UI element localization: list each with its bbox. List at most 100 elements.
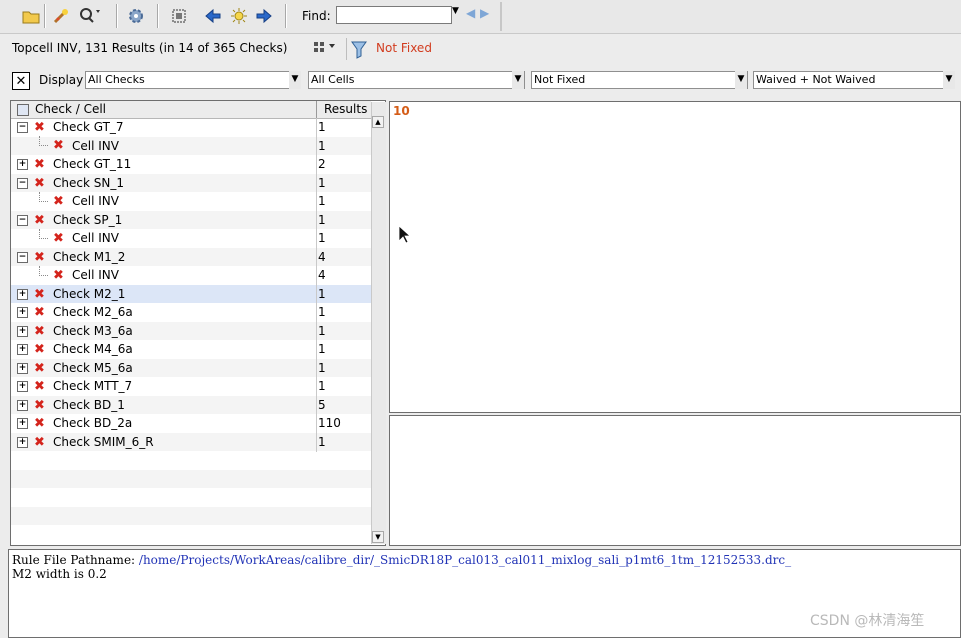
collapse-icon[interactable]: − xyxy=(17,122,28,133)
display-close-icon[interactable]: ✕ xyxy=(12,72,30,90)
cell-label[interactable]: Cell INV xyxy=(72,231,119,245)
cell-label[interactable]: Cell INV xyxy=(72,139,119,153)
check-label[interactable]: Check MTT_7 xyxy=(53,379,132,393)
open-folder-icon[interactable] xyxy=(19,4,43,28)
empty-row xyxy=(11,470,371,488)
result-count-value: 10 xyxy=(393,104,410,118)
sun-icon[interactable] xyxy=(227,4,251,28)
display-label: Display xyxy=(39,73,84,87)
result-count: 1 xyxy=(318,176,326,190)
error-x-icon: ✖ xyxy=(34,305,45,320)
layout-options-icon[interactable] xyxy=(312,40,338,56)
tree-header-icon xyxy=(17,104,29,116)
expand-icon[interactable]: + xyxy=(17,289,28,300)
grid-select-icon[interactable] xyxy=(167,4,191,28)
chevron-down-icon[interactable]: ▼ xyxy=(289,71,301,89)
tree-row[interactable] xyxy=(11,192,371,210)
check-label[interactable]: Check M1_2 xyxy=(53,250,125,264)
arrow-left-icon[interactable] xyxy=(201,4,225,28)
cell-label[interactable]: Cell INV xyxy=(72,194,119,208)
check-label[interactable]: Check BD_1 xyxy=(53,398,125,412)
collapse-icon[interactable]: − xyxy=(17,178,28,189)
error-x-icon: ✖ xyxy=(34,250,45,265)
toolbar-separator xyxy=(116,4,118,28)
scroll-down-icon[interactable]: ▼ xyxy=(372,531,384,543)
check-label[interactable]: Check M2_1 xyxy=(53,287,125,301)
arrow-right-icon[interactable] xyxy=(252,4,276,28)
check-label[interactable]: Check SMIM_6_R xyxy=(53,435,154,449)
waived-filter-select[interactable]: Waived + Not Waived xyxy=(753,71,955,89)
empty-row xyxy=(11,525,371,543)
check-label[interactable]: Check SP_1 xyxy=(53,213,122,227)
expand-icon[interactable]: + xyxy=(17,381,28,392)
column-header-results[interactable]: Results xyxy=(324,102,367,116)
find-dropdown-icon[interactable]: ▼ xyxy=(452,6,459,16)
find-previous-icon[interactable]: ◀ xyxy=(466,6,475,20)
column-divider[interactable] xyxy=(316,101,317,118)
find-label: Find: xyxy=(302,9,331,23)
result-count: 1 xyxy=(318,324,326,338)
tree-row[interactable] xyxy=(11,229,371,247)
cell-filter-select[interactable]: All Cells xyxy=(308,71,525,89)
rule-file-line: Rule File Pathname: /home/Projects/WorkA… xyxy=(12,553,791,567)
expand-icon[interactable]: + xyxy=(17,307,28,318)
tree-row[interactable] xyxy=(11,137,371,155)
highlight-wand-icon[interactable] xyxy=(49,4,73,28)
result-count: 4 xyxy=(318,268,326,282)
error-x-icon: ✖ xyxy=(34,361,45,376)
error-x-icon: ✖ xyxy=(53,194,64,209)
empty-row xyxy=(11,507,371,525)
result-count: 110 xyxy=(318,416,341,430)
settings-gear-icon[interactable] xyxy=(124,4,148,28)
check-label[interactable]: Check M5_6a xyxy=(53,361,133,375)
column-header-check-cell[interactable]: Check / Cell xyxy=(35,102,106,116)
cell-label[interactable]: Cell INV xyxy=(72,268,119,282)
expand-icon[interactable]: + xyxy=(17,159,28,170)
scroll-up-icon[interactable]: ▲ xyxy=(372,116,384,128)
check-label[interactable]: Check M3_6a xyxy=(53,324,133,338)
zoom-icon[interactable] xyxy=(78,4,102,28)
collapse-icon[interactable]: − xyxy=(17,252,28,263)
expand-icon[interactable]: + xyxy=(17,363,28,374)
result-count: 2 xyxy=(318,157,326,171)
chevron-down-icon[interactable]: ▼ xyxy=(512,71,524,89)
tree-connector xyxy=(39,266,48,276)
chevron-down-icon[interactable]: ▼ xyxy=(735,71,747,89)
toolbar-end-separator xyxy=(500,2,502,31)
result-count: 1 xyxy=(318,139,326,153)
check-label[interactable]: Check GT_11 xyxy=(53,157,131,171)
check-label[interactable]: Check M2_6a xyxy=(53,305,133,319)
check-label[interactable]: Check M4_6a xyxy=(53,342,133,356)
tree-scrollbar[interactable] xyxy=(371,102,386,544)
expand-icon[interactable]: + xyxy=(17,344,28,355)
result-count: 1 xyxy=(318,305,326,319)
expand-icon[interactable]: + xyxy=(17,437,28,448)
result-properties-panel[interactable] xyxy=(389,415,961,546)
error-x-icon: ✖ xyxy=(53,231,64,246)
find-input[interactable] xyxy=(336,6,452,24)
expand-icon[interactable]: + xyxy=(17,400,28,411)
expand-icon[interactable]: + xyxy=(17,418,28,429)
collapse-icon[interactable]: − xyxy=(17,215,28,226)
results-column-divider xyxy=(316,118,317,452)
filter-status-label[interactable]: Not Fixed xyxy=(376,41,432,55)
filter-funnel-icon[interactable] xyxy=(350,39,368,59)
result-count: 1 xyxy=(318,213,326,227)
chevron-down-icon[interactable]: ▼ xyxy=(943,71,955,89)
error-x-icon: ✖ xyxy=(34,342,45,357)
check-label[interactable]: Check GT_7 xyxy=(53,120,124,134)
expand-icon[interactable]: + xyxy=(17,326,28,337)
error-x-icon: ✖ xyxy=(34,157,45,172)
rule-file-path-link[interactable]: /home/Projects/WorkAreas/calibre_dir/_Sm… xyxy=(139,553,791,567)
find-next-icon[interactable]: ▶ xyxy=(480,6,489,20)
empty-row xyxy=(11,488,371,506)
result-detail-panel[interactable] xyxy=(389,101,961,413)
check-label[interactable]: Check SN_1 xyxy=(53,176,124,190)
results-summary: Topcell INV, 131 Results (in 14 of 365 C… xyxy=(12,41,288,55)
result-count: 5 xyxy=(318,398,326,412)
check-filter-select[interactable]: All Checks xyxy=(85,71,301,89)
tree-row[interactable] xyxy=(11,266,371,284)
fixed-filter-select[interactable]: Not Fixed xyxy=(531,71,748,89)
check-label[interactable]: Check BD_2a xyxy=(53,416,132,430)
result-count: 1 xyxy=(318,379,326,393)
